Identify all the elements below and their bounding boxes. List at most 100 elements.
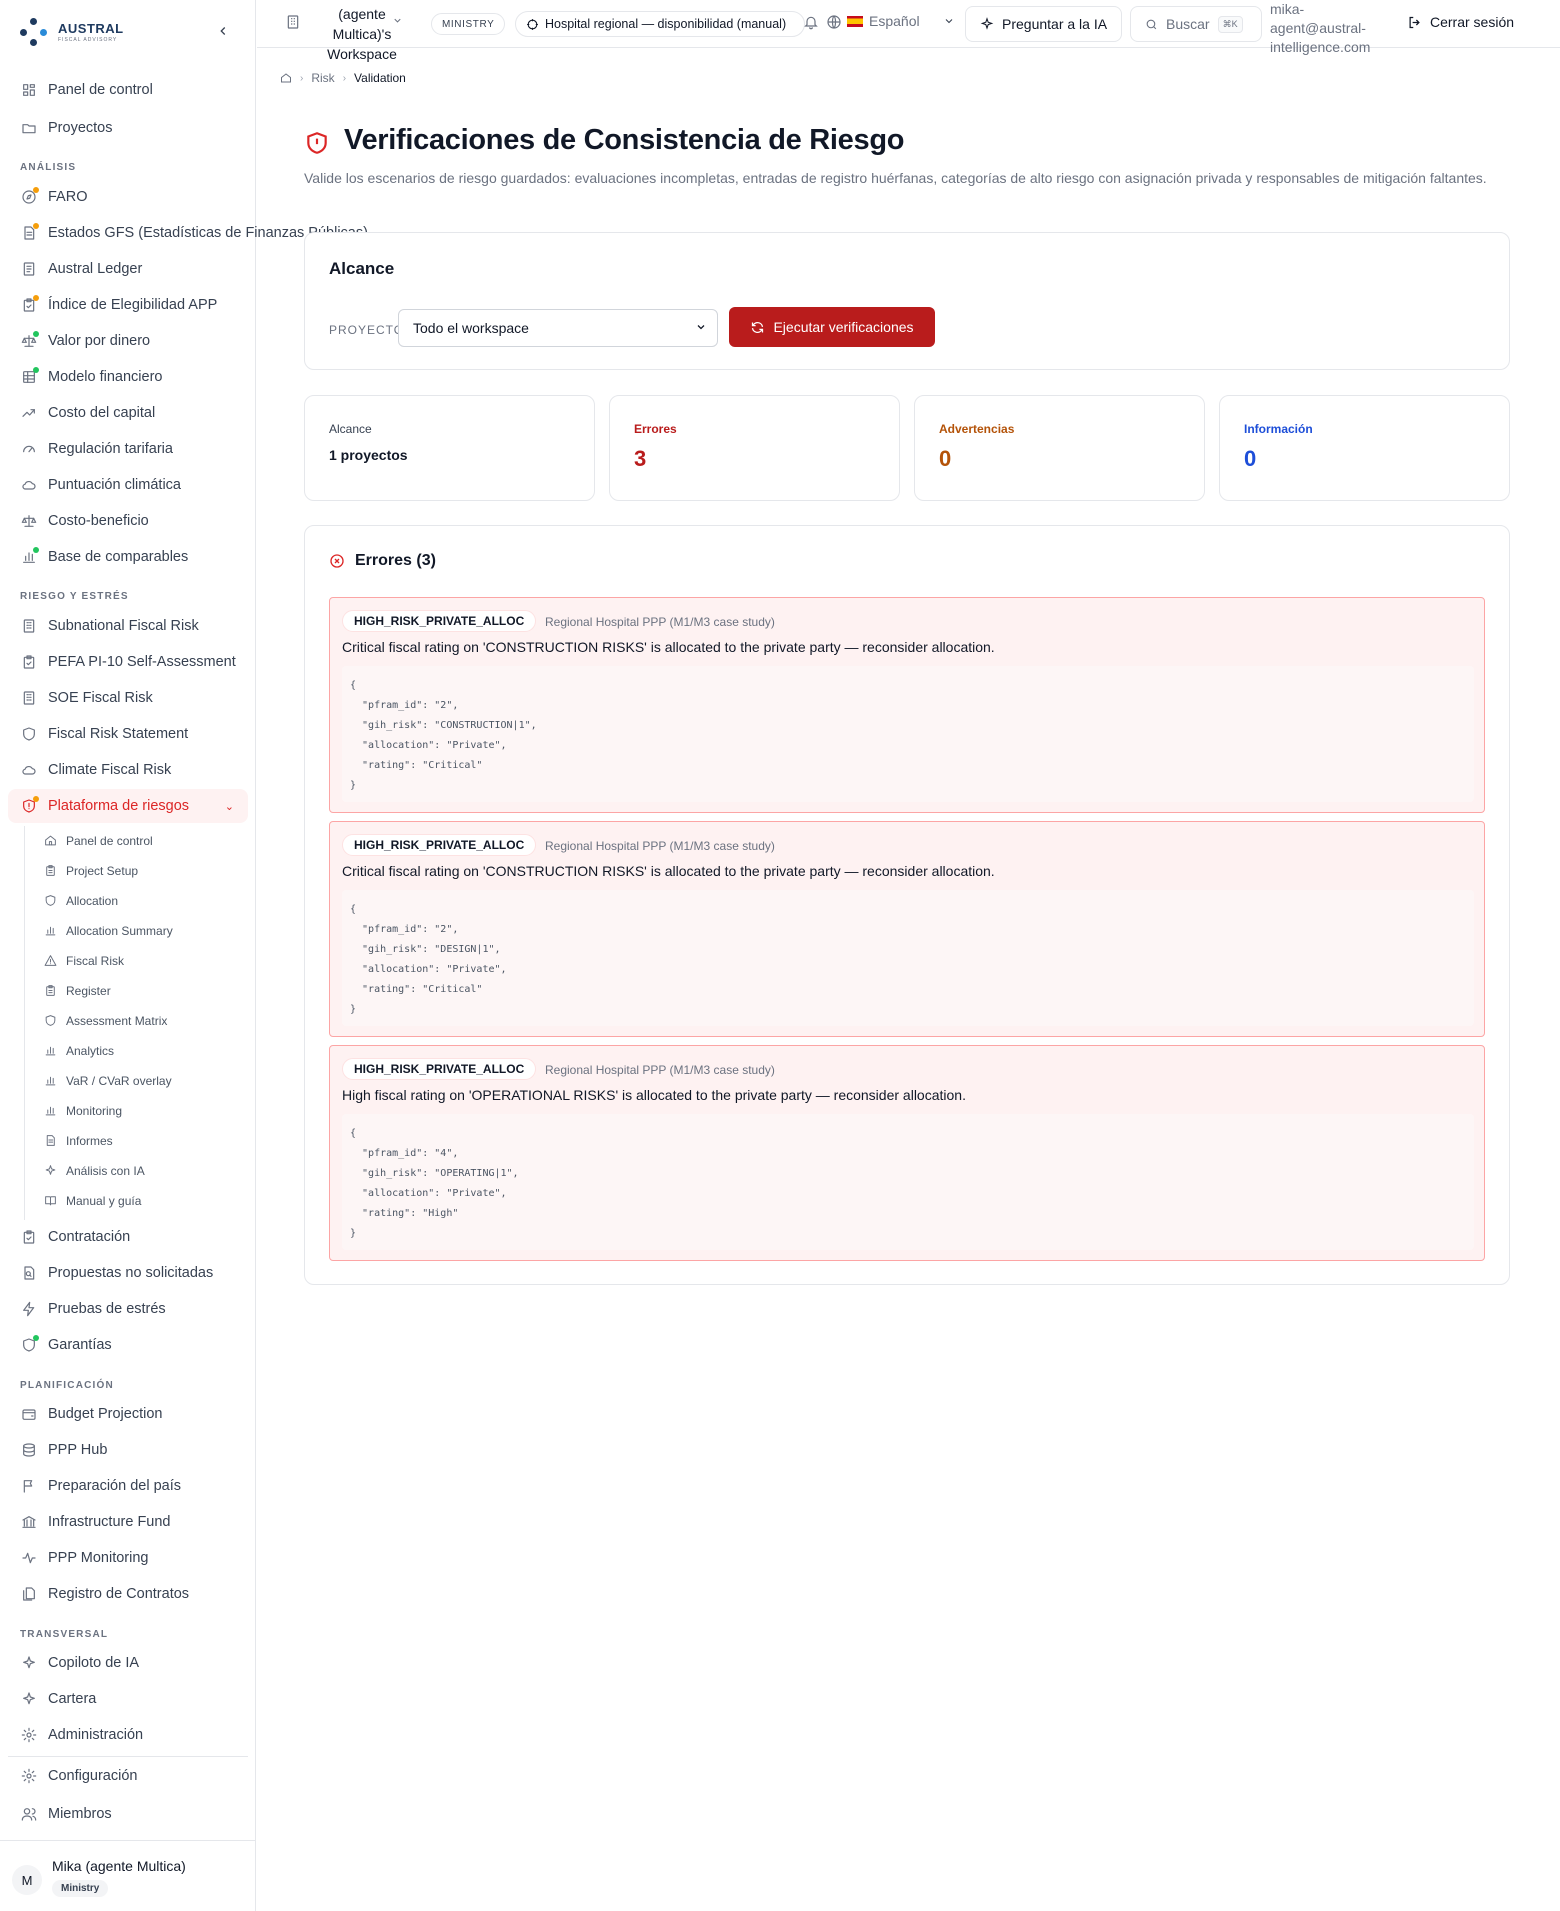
sidebar-item-propuestas-no-solicitadas[interactable]: Propuestas no solicitadas (8, 1256, 248, 1290)
chevron-down-icon (695, 321, 707, 336)
sidebar-item-label: Climate Fiscal Risk (48, 762, 172, 778)
chevron-down-icon[interactable] (943, 15, 955, 30)
risk-subitem-manual-y-guia[interactable]: Manual y guía (44, 1188, 141, 1214)
error-item: HIGH_RISK_PRIVATE_ALLOC Regional Hospital… (329, 1045, 1485, 1261)
sidebar-item-regulacion-tarifaria[interactable]: Regulación tarifaria (8, 432, 248, 466)
sidebar-item-pruebas-de-estres[interactable]: Pruebas de estrés (8, 1292, 248, 1326)
sidebar-item-label: Proyectos (48, 120, 113, 136)
sidebar-item-registro-de-contratos[interactable]: Registro de Contratos (8, 1577, 248, 1611)
stat-label: Advertencias (939, 422, 1015, 436)
avatar: M (12, 1865, 42, 1895)
sidebar-item-ppp-hub[interactable]: PPP Hub (8, 1433, 248, 1467)
shield-icon (20, 1335, 39, 1354)
risk-subitem-allocation-summary[interactable]: Allocation Summary (44, 918, 173, 944)
ledger-icon (20, 260, 38, 278)
home-icon[interactable] (280, 72, 292, 84)
bank-icon (20, 1513, 38, 1531)
sidebar-item-ppp-monitoring[interactable]: PPP Monitoring (8, 1541, 248, 1575)
chevron-right-icon: › (300, 72, 304, 84)
sidebar-item-climate-fiscal-risk[interactable]: Climate Fiscal Risk (8, 753, 248, 787)
risk-subitem-label: Project Setup (66, 864, 139, 878)
sidebar: AUSTRAL FISCAL ADVISORY Panel de control… (0, 0, 368, 1911)
chevron-down-icon[interactable] (392, 15, 403, 29)
active-project-selector[interactable]: Hospital regional — disponibilidad (manu… (515, 11, 805, 37)
sidebar-item-plataforma-de-riesgos[interactable]: Plataforma de riesgos ⌄ (8, 789, 248, 823)
sidebar-item-preparacion-del-pais[interactable]: Preparación del país (8, 1469, 248, 1503)
sidebar-item-label: Fiscal Risk Statement (48, 726, 189, 742)
search-icon (1146, 19, 1157, 29)
sidebar-item-modelo-financiero[interactable]: Modelo financiero (8, 360, 248, 394)
sidebar-item-indice-de-elegibilidad-app[interactable]: Índice de Elegibilidad APP (8, 288, 248, 322)
sidebar-item-administracion[interactable]: Administración (8, 1718, 248, 1752)
sidebar-item-fiscal-risk-statement[interactable]: Fiscal Risk Statement (8, 717, 248, 751)
sidebar-item-soe-fiscal-risk[interactable]: SOE Fiscal Risk (8, 681, 248, 715)
sidebar-item-label: Preparación del país (48, 1478, 181, 1494)
chevron-down-icon[interactable]: ⌄ (225, 800, 234, 813)
risk-subitem-var-cvar-overlay[interactable]: VaR / CVaR overlay (44, 1068, 172, 1094)
sidebar-item-panel-de-control[interactable]: Panel de control (8, 73, 248, 107)
project-select[interactable]: Todo el workspace (398, 309, 718, 347)
sidebar-item-pefa-pi-10-self-assessment[interactable]: PEFA PI-10 Self-Assessment (8, 645, 248, 679)
risk-subitem-fiscal-risk[interactable]: Fiscal Risk (44, 948, 124, 974)
cloud-icon (20, 761, 38, 779)
file-stack-icon (20, 1585, 38, 1603)
bell-icon[interactable] (803, 14, 819, 30)
run-checks-button[interactable]: Ejecutar verificaciones (729, 307, 935, 347)
sidebar-item-costo-beneficio[interactable]: Costo-beneficio (8, 504, 248, 538)
risk-subitem-project-setup[interactable]: Project Setup (44, 858, 138, 884)
sidebar-divider (8, 1756, 248, 1757)
user-card[interactable]: M Mika (agente Multica) Ministry (0, 1840, 256, 1911)
sidebar-item-estados-gfs-estadisticas-de-finanzas-publicas[interactable]: Estados GFS (Estadísticas de Finanzas Pú… (8, 216, 368, 250)
section-label-riesgo-y-estres: RIESGO Y ESTRÉS (20, 591, 129, 602)
scope-card: Alcance PROYECTO Todo el workspace Ejecu… (304, 232, 1510, 370)
sidebar-item-copiloto-de-ia[interactable]: Copiloto de IA (8, 1646, 248, 1680)
search-button[interactable]: Buscar ⌘K (1130, 6, 1262, 42)
search-label: Buscar (1166, 16, 1210, 32)
breadcrumb-risk[interactable]: Risk (311, 71, 334, 85)
sidebar-item-label: Puntuación climática (48, 477, 181, 493)
bar-chart-icon (44, 924, 58, 938)
sidebar-item-proyectos[interactable]: Proyectos (8, 111, 248, 145)
stat-card-advertencias: Advertencias 0 (914, 395, 1205, 501)
globe-icon[interactable] (826, 14, 842, 30)
shield-alert-icon (304, 130, 330, 160)
sidebar-item-label: Costo-beneficio (48, 513, 149, 529)
sidebar-item-budget-projection[interactable]: Budget Projection (8, 1397, 248, 1431)
brand-logo[interactable]: AUSTRAL FISCAL ADVISORY (20, 14, 124, 50)
ask-ai-button[interactable]: Preguntar a la IA (965, 6, 1123, 42)
sidebar-item-subnational-fiscal-risk[interactable]: Subnational Fiscal Risk (8, 609, 248, 643)
sidebar-item-contratacion[interactable]: Contratación (8, 1220, 248, 1254)
sidebar-item-infrastructure-fund[interactable]: Infrastructure Fund (8, 1505, 248, 1539)
risk-subitem-monitoring[interactable]: Monitoring (44, 1098, 122, 1124)
sidebar-item-configuracion[interactable]: Configuración (8, 1759, 248, 1793)
scale-icon (20, 331, 39, 350)
collapse-sidebar-button[interactable] (210, 18, 236, 44)
workspace-switcher[interactable]: (agente Multica)'s Workspace (307, 4, 417, 64)
sidebar-item-valor-por-dinero[interactable]: Valor por dinero (8, 324, 248, 358)
chevron-left-icon (220, 27, 226, 35)
chevron-right-icon: › (342, 72, 347, 84)
sidebar-item-base-de-comparables[interactable]: Base de comparables (8, 540, 248, 574)
risk-subitem-register[interactable]: Register (44, 978, 111, 1004)
risk-subitem-panel-de-control[interactable]: Panel de control (44, 828, 153, 854)
spreadsheet-icon (20, 367, 39, 386)
risk-subitem-analytics[interactable]: Analytics (44, 1038, 114, 1064)
sidebar-item-cartera[interactable]: Cartera (8, 1682, 248, 1716)
sidebar-item-austral-ledger[interactable]: Austral Ledger (8, 252, 248, 286)
risk-subitem-informes[interactable]: Informes (44, 1128, 113, 1154)
sidebar-item-faro[interactable]: FARO (8, 180, 248, 214)
sidebar-item-label: PEFA PI-10 Self-Assessment (48, 654, 236, 670)
sidebar-item-label: Pruebas de estrés (48, 1301, 166, 1317)
stat-value: 0 (1244, 446, 1257, 471)
sidebar-item-costo-del-capital[interactable]: Costo del capital (8, 396, 248, 430)
sidebar-item-garantias[interactable]: Garantías (8, 1328, 248, 1362)
risk-subitem-analisis-con-ia[interactable]: Análisis con IA (44, 1158, 145, 1184)
risk-subitem-allocation[interactable]: Allocation (44, 888, 118, 914)
language-selector[interactable]: Español (847, 13, 920, 29)
sidebar-item-miembros[interactable]: Miembros (8, 1797, 248, 1831)
risk-subitem-assessment-matrix[interactable]: Assessment Matrix (44, 1008, 167, 1034)
clipboard-icon (44, 984, 58, 998)
logout-button[interactable]: Cerrar sesión (1407, 14, 1514, 30)
sidebar-item-puntuacion-climatica[interactable]: Puntuación climática (8, 468, 248, 502)
bar-chart-icon (44, 1104, 58, 1118)
